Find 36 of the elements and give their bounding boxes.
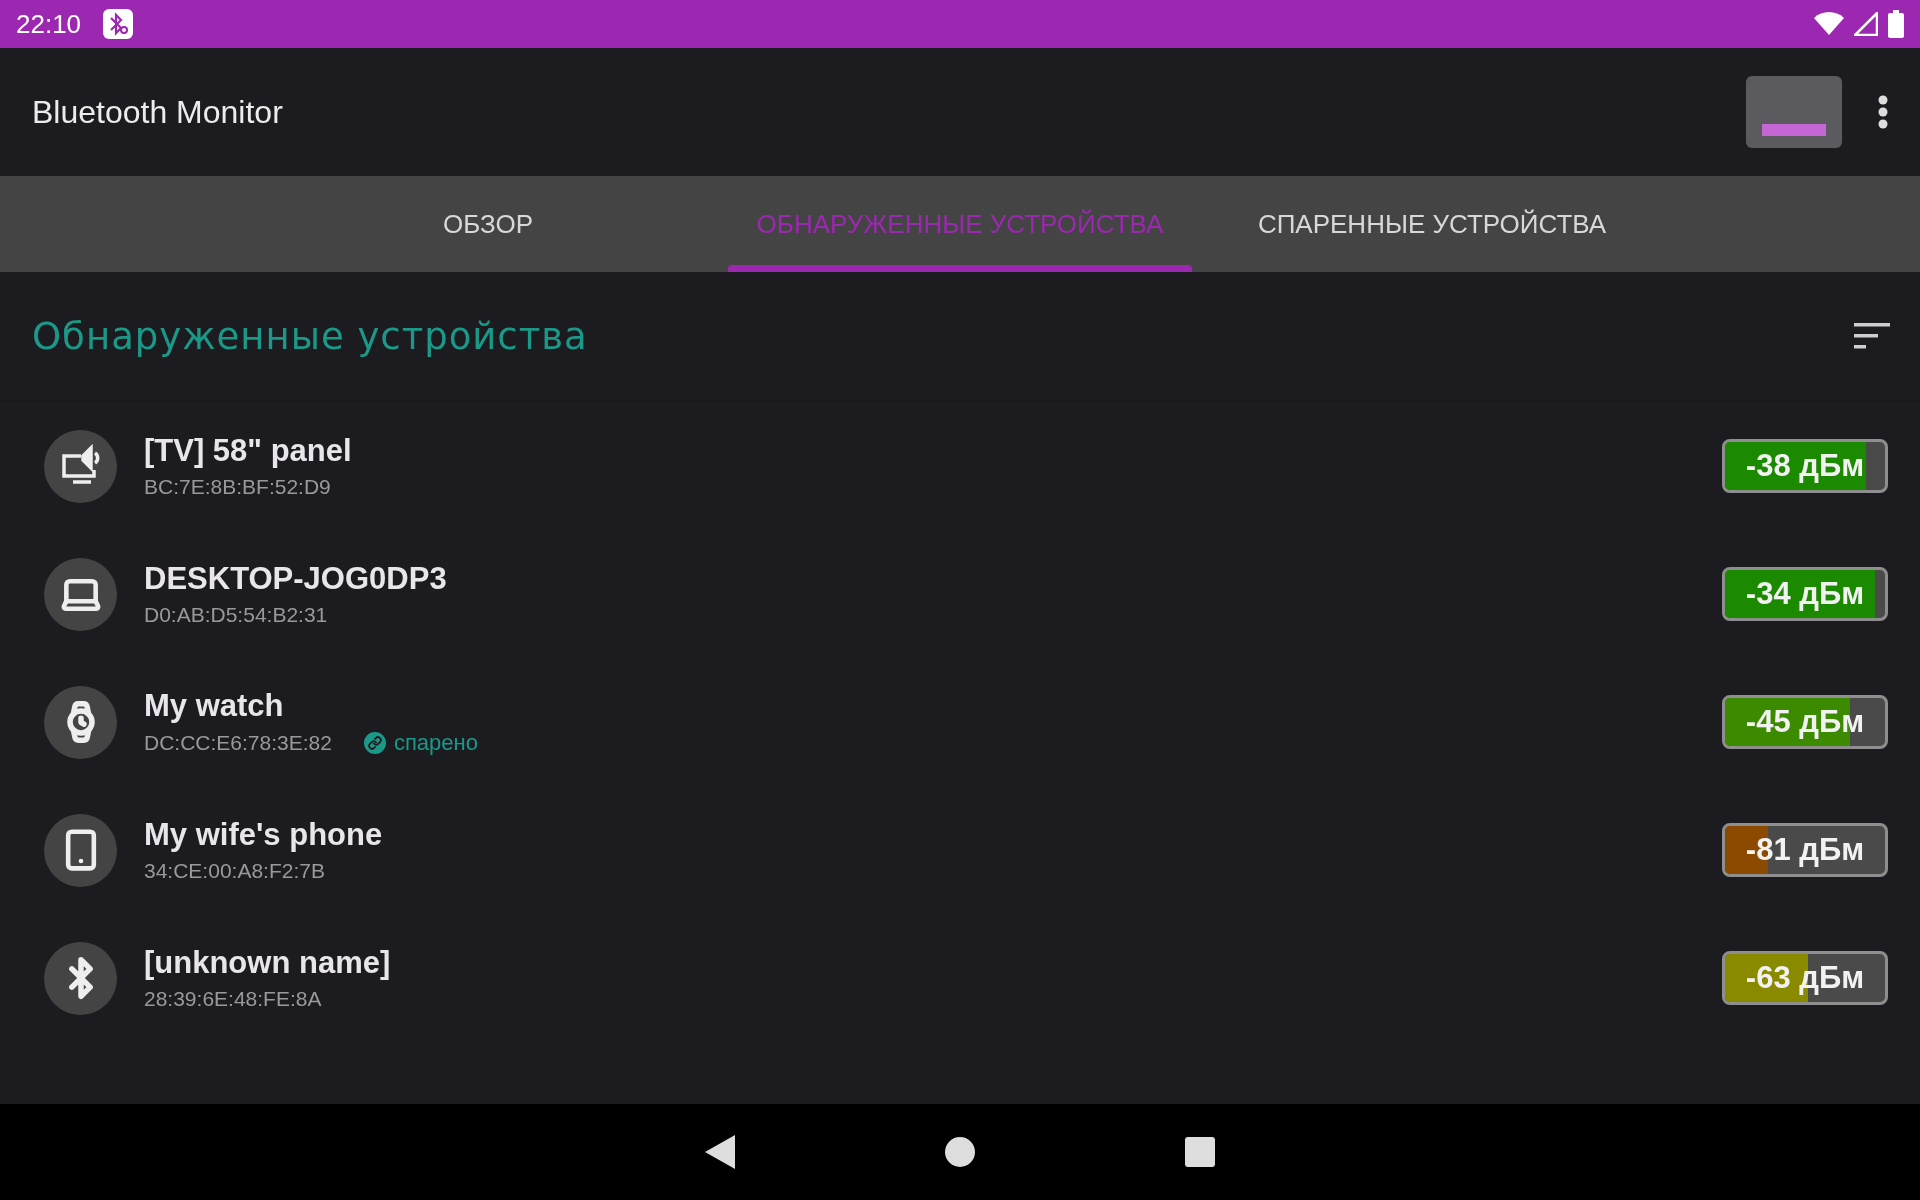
device-address: D0:AB:D5:54:B2:31 (144, 603, 328, 627)
signal-reading: -34 дБм (1745, 576, 1865, 612)
section-title: Обнаруженные устройства (32, 314, 588, 358)
device-name: [unknown name] (144, 945, 391, 981)
device-name: My watch (144, 688, 285, 724)
paired-label: спарено (393, 730, 478, 756)
home-button[interactable] (945, 1137, 975, 1167)
back-button[interactable] (705, 1135, 735, 1169)
device-address: 28:39:6E:48:FE:8A (144, 987, 322, 1011)
tab[interactable]: ОБЗОР (252, 176, 724, 272)
bluetooth-search-icon (103, 9, 134, 39)
more-icon (1878, 95, 1888, 129)
battery-icon (1888, 10, 1904, 38)
back-icon (705, 1135, 735, 1169)
status-time: 22:10 (16, 8, 82, 40)
recents-icon (1185, 1137, 1215, 1167)
signal-reading: -81 дБм (1745, 832, 1865, 868)
more-menu-button[interactable] (1878, 95, 1888, 129)
tab[interactable]: СПАРЕННЫЕ УСТРОЙСТВА (1196, 176, 1668, 272)
app-title: Bluetooth Monitor (32, 93, 283, 131)
home-icon (945, 1137, 975, 1167)
device-name: DESKTOP-JOG0DP3 (144, 561, 447, 597)
signal-reading: -45 дБм (1745, 704, 1865, 740)
signal-reading: -63 дБм (1745, 960, 1865, 996)
device-address: DC:CC:E6:78:3E:82 (144, 731, 332, 755)
signal-reading: -38 дБм (1745, 448, 1865, 484)
sort-icon (1854, 323, 1890, 349)
link-icon (363, 732, 386, 754)
sort-button[interactable] (1854, 323, 1890, 349)
device-address: BC:7E:8B:BF:52:D9 (144, 475, 331, 499)
signal-icon (1854, 12, 1878, 36)
device-name: [TV] 58" panel (144, 433, 352, 469)
device-name: My wife's phone (144, 817, 383, 853)
bar-icon (1762, 124, 1826, 136)
device-address: 34:CE:00:A8:F2:7B (144, 859, 325, 883)
wifi-icon (1814, 12, 1844, 36)
